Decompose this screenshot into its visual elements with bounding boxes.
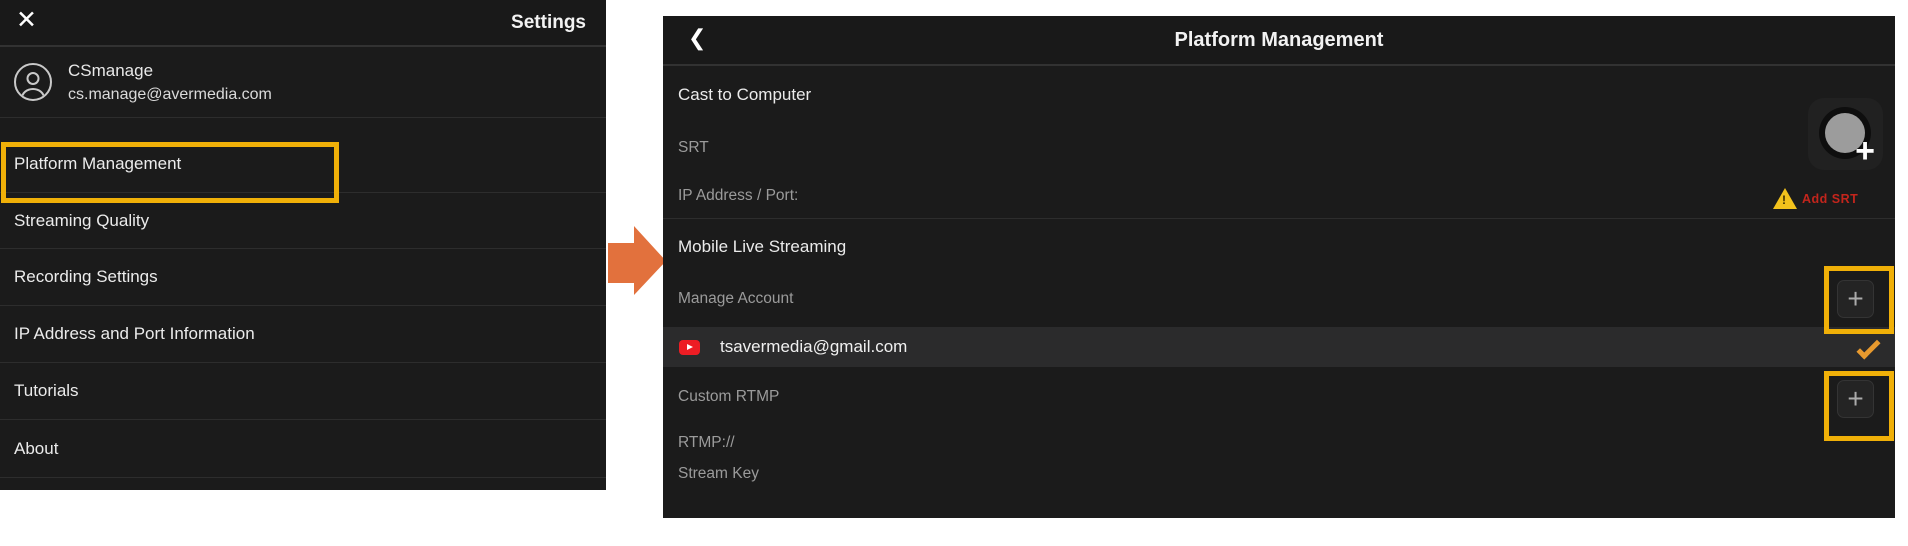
platform-topbar: ❮ Platform Management: [663, 16, 1895, 66]
add-rtmp-button[interactable]: +: [1837, 380, 1874, 418]
sidebar-item-recording-settings[interactable]: Recording Settings: [0, 249, 606, 306]
warning-exclamation: !: [1782, 193, 1786, 207]
menu-label: Tutorials: [14, 381, 79, 401]
menu-label: Streaming Quality: [14, 211, 149, 231]
menu-label: Platform Management: [14, 154, 181, 174]
profile-email: cs.manage@avermedia.com: [68, 86, 272, 104]
stream-key-label: Stream Key: [678, 465, 759, 483]
account-email: tsavermedia@gmail.com: [720, 337, 907, 357]
sidebar-item-about[interactable]: About: [0, 420, 606, 478]
section-divider: [663, 218, 1895, 219]
platform-management-screen: ❮ Platform Management Cast to Computer S…: [663, 16, 1895, 518]
rtmp-url-label: RTMP://: [678, 434, 735, 452]
ip-address-port-label: IP Address / Port:: [678, 187, 798, 205]
srt-label: SRT: [678, 139, 709, 157]
arrow-head-icon: [634, 226, 666, 295]
settings-title: Settings: [511, 12, 586, 34]
sidebar-item-ip-address-port[interactable]: IP Address and Port Information: [0, 306, 606, 363]
youtube-icon: [679, 340, 700, 355]
sidebar-item-tutorials[interactable]: Tutorials: [0, 363, 606, 420]
youtube-account-row[interactable]: tsavermedia@gmail.com: [663, 327, 1895, 367]
custom-rtmp-label: Custom RTMP: [678, 388, 779, 406]
user-avatar-icon: [14, 63, 52, 101]
sidebar-item-platform-management[interactable]: Platform Management: [0, 118, 606, 193]
add-account-button[interactable]: +: [1837, 280, 1874, 318]
profile-name: CSmanage: [68, 61, 272, 81]
profile-row[interactable]: CSmanage cs.manage@avermedia.com: [0, 47, 606, 118]
settings-screen: ✕ Settings CSmanage cs.manage@avermedia.…: [0, 0, 606, 490]
page-title: Platform Management: [663, 29, 1895, 52]
sidebar-item-streaming-quality[interactable]: Streaming Quality: [0, 193, 606, 249]
settings-topbar: ✕ Settings: [0, 0, 606, 47]
mobile-live-streaming-header: Mobile Live Streaming: [678, 237, 846, 257]
plus-icon: +: [1855, 134, 1875, 168]
menu-label: About: [14, 439, 58, 459]
screenshot-stage: ✕ Settings CSmanage cs.manage@avermedia.…: [0, 0, 1908, 546]
manage-account-label: Manage Account: [678, 290, 793, 308]
close-icon[interactable]: ✕: [16, 8, 37, 33]
cast-to-computer-header: Cast to Computer: [678, 85, 811, 105]
menu-label: IP Address and Port Information: [14, 324, 255, 344]
add-srt-warning-text: Add SRT: [1802, 192, 1858, 206]
menu-label: Recording Settings: [14, 267, 158, 287]
add-cast-device-button[interactable]: +: [1808, 98, 1883, 170]
arrow-icon: [608, 243, 635, 283]
